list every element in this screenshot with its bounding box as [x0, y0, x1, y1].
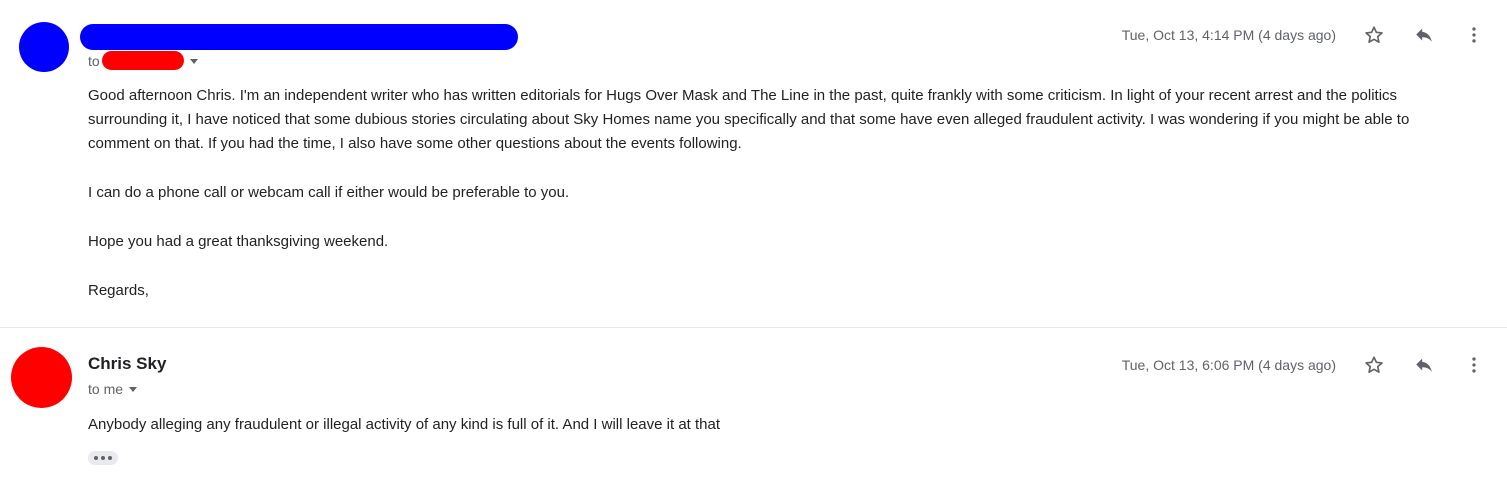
chevron-down-icon[interactable] [189, 58, 198, 64]
recipient-line: to me [88, 381, 138, 397]
to-me-label: to me [88, 381, 124, 397]
message-date: Tue, Oct 13, 6:06 PM (4 days ago) [1121, 357, 1336, 373]
sender-name[interactable]: Chris Sky [88, 354, 166, 374]
email-thread: to Tue, Oct 13, 4:14 PM (4 days ago) Goo… [0, 0, 1507, 500]
recipient-line: to [88, 51, 198, 70]
redacted-sender-name [80, 24, 518, 50]
more-vert-icon[interactable] [1460, 21, 1488, 49]
message-2[interactable]: Chris Sky to me Tue, Oct 13, 6:06 PM (4 … [0, 328, 1507, 500]
body-paragraph: Hope you had a great thanksgiving weeken… [88, 233, 389, 250]
redacted-recipient [101, 51, 184, 70]
star-icon[interactable] [1360, 351, 1388, 379]
show-trimmed-content-icon[interactable] [88, 451, 118, 465]
reply-icon[interactable] [1410, 21, 1438, 49]
star-icon[interactable] [1360, 21, 1388, 49]
sender-avatar[interactable] [11, 347, 72, 408]
body-paragraph: Anybody alleging any fraudulent or illeg… [88, 416, 721, 433]
sender-avatar[interactable] [19, 22, 69, 72]
more-vert-icon[interactable] [1460, 351, 1488, 379]
message-1[interactable]: to Tue, Oct 13, 4:14 PM (4 days ago) Goo… [0, 0, 1507, 327]
to-prefix: to [88, 52, 100, 69]
message-body: Anybody alleging any fraudulent or illeg… [88, 413, 1468, 462]
reply-icon[interactable] [1410, 351, 1438, 379]
message-body: Good afternoon Chris. I'm an independent… [88, 84, 1468, 328]
body-paragraph: I can do a phone call or webcam call if … [88, 184, 570, 201]
body-paragraph: Good afternoon Chris. I'm an independent… [88, 87, 1410, 152]
body-paragraph: Regards, [88, 282, 149, 299]
message-date: Tue, Oct 13, 4:14 PM (4 days ago) [1121, 27, 1336, 43]
chevron-down-icon[interactable] [129, 387, 138, 392]
